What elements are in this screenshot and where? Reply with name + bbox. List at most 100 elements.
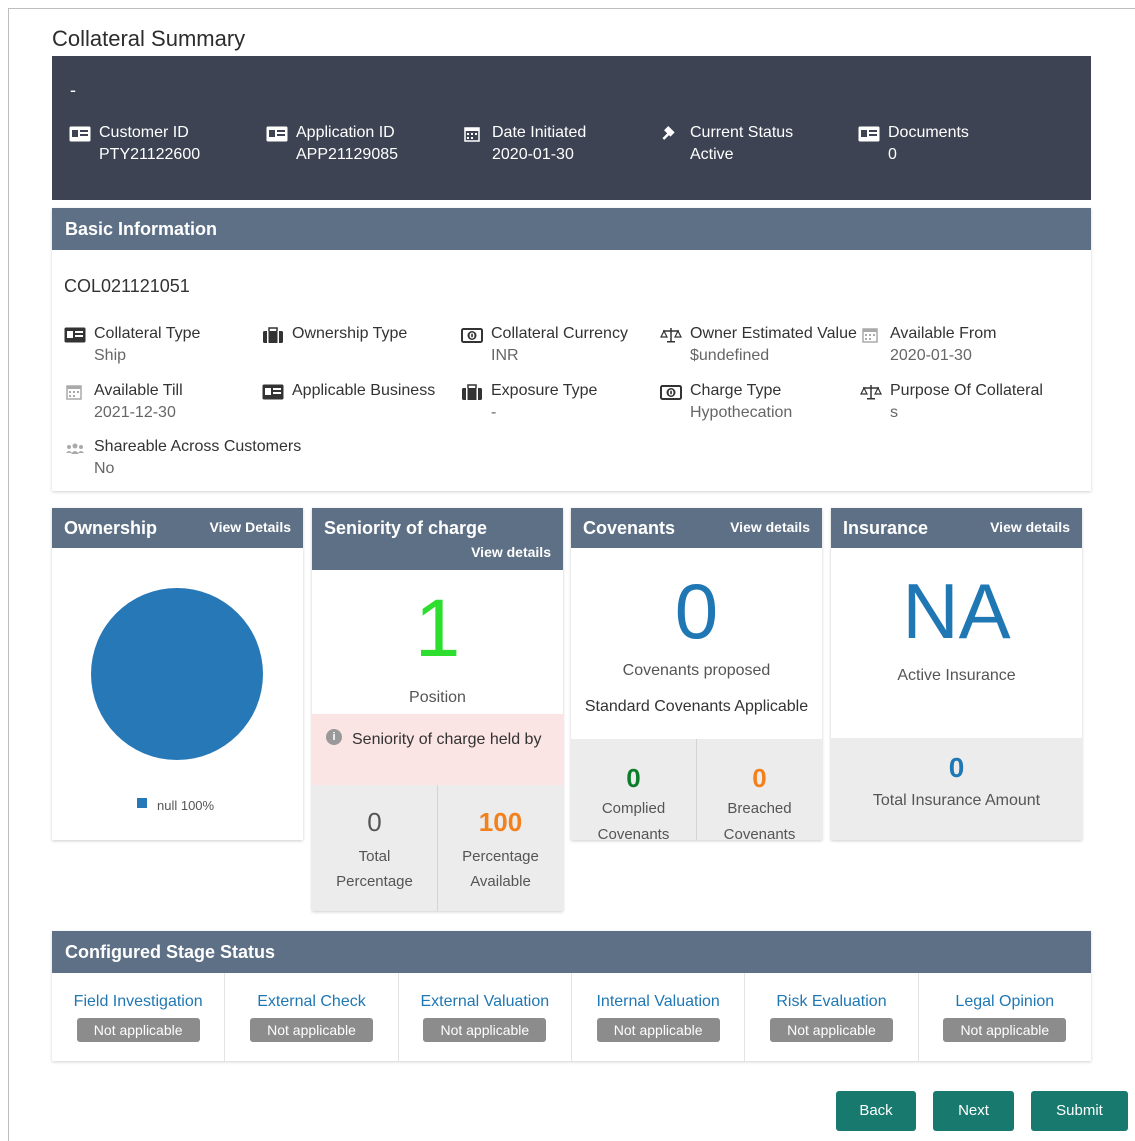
stage-status-title: Configured Stage Status xyxy=(52,931,1091,973)
applicable-business-label: Applicable Business xyxy=(292,382,436,399)
stage-status-badge: Not applicable xyxy=(770,1018,893,1042)
stage-internal-valuation: Internal Valuation Not applicable xyxy=(572,973,746,1061)
charge-type-label: Charge Type xyxy=(690,382,782,399)
complied-covenants-stat: 0 Complied Covenants xyxy=(571,739,697,840)
calendar-icon xyxy=(464,127,480,142)
id-card-icon xyxy=(69,126,91,142)
covenants-stats: 0 Complied Covenants 0 Breached Covenant… xyxy=(571,739,822,840)
exposure-type-value: - xyxy=(491,404,497,421)
standard-covenants-label: Standard Covenants Applicable xyxy=(584,698,809,715)
active-insurance-label: Active Insurance xyxy=(897,667,1016,684)
basic-information-title: Basic Information xyxy=(52,208,1091,250)
breached-covenants-label: Breached Covenants xyxy=(723,800,796,840)
header-dash: - xyxy=(70,80,76,100)
stage-name-link[interactable]: External Valuation xyxy=(399,993,571,1011)
summary-header: - Customer ID PTY21122600 Application ID… xyxy=(52,56,1091,200)
collateral-id: COL021121051 xyxy=(64,276,190,296)
owner-estimated-value-value: $undefined xyxy=(690,347,770,364)
covenants-view-details-link[interactable]: View details xyxy=(730,519,810,535)
ownership-card: Ownership View Details null 100% xyxy=(52,508,303,840)
total-percentage-label: Total Percentage xyxy=(336,848,413,890)
documents-label: Documents xyxy=(888,124,969,141)
scale-icon xyxy=(660,328,682,343)
date-initiated-label: Date Initiated xyxy=(492,124,587,141)
stage-name-link[interactable]: Internal Valuation xyxy=(572,993,744,1011)
customer-id-label: Customer ID xyxy=(99,124,189,141)
configured-stage-status-panel: Configured Stage Status Field Investigat… xyxy=(52,931,1091,1061)
customer-id-value: PTY21122600 xyxy=(99,146,201,163)
stage-legal-opinion: Legal Opinion Not applicable xyxy=(919,973,1091,1061)
briefcase-icon xyxy=(263,327,283,343)
pie-slice xyxy=(91,588,263,760)
id-card-icon xyxy=(64,327,86,343)
stage-status-badge: Not applicable xyxy=(76,1018,200,1042)
stage-field-investigation: Field Investigation Not applicable xyxy=(52,973,226,1061)
scale-icon xyxy=(860,385,882,400)
money-icon: 0 xyxy=(461,328,483,343)
insurance-stats: 0 Total Insurance Amount xyxy=(831,738,1082,840)
seniority-notice-text: Seniority of charge held by xyxy=(352,731,542,748)
seniority-view-details-link[interactable]: View details xyxy=(471,544,551,560)
covenants-card: Covenants View details 0 Covenants propo… xyxy=(571,508,822,840)
complied-covenants-value: 0 xyxy=(626,763,641,793)
money-icon: 0 xyxy=(660,385,682,400)
documents-value: 0 xyxy=(888,146,897,163)
owner-estimated-value-label: Owner Estimated Value xyxy=(690,325,857,342)
seniority-card: Seniority of charge View details 1 Posit… xyxy=(312,508,563,911)
id-card-icon xyxy=(266,126,288,142)
calendar-icon xyxy=(862,328,878,343)
submit-button[interactable]: Submit xyxy=(1031,1091,1128,1131)
stage-list: Field Investigation Not applicable Exter… xyxy=(52,973,1091,1061)
stage-name-link[interactable]: Risk Evaluation xyxy=(745,993,917,1011)
percentage-available-value: 100 xyxy=(478,807,523,837)
available-till-value: 2021-12-30 xyxy=(94,404,176,421)
ownership-type-label: Ownership Type xyxy=(292,325,408,342)
seniority-position-value: 1 xyxy=(414,583,461,674)
available-from-label: Available From xyxy=(890,325,997,342)
legend-swatch xyxy=(137,798,147,808)
available-from-value: 2020-01-30 xyxy=(890,347,972,364)
seniority-stats: 0 Total Percentage 100 Percentage Availa… xyxy=(312,785,563,911)
application-id-label: Application ID xyxy=(296,124,395,141)
insurance-view-details-link[interactable]: View details xyxy=(990,519,1070,535)
ownership-card-header: Ownership View Details xyxy=(52,508,303,548)
seniority-title: Seniority of charge xyxy=(324,518,488,538)
frame-top-border xyxy=(8,8,1135,9)
stage-name-link[interactable]: Legal Opinion xyxy=(919,993,1091,1011)
complied-covenants-label: Complied Covenants xyxy=(597,800,670,840)
next-button[interactable]: Next xyxy=(933,1091,1014,1131)
application-id-value: APP21129085 xyxy=(296,146,399,163)
stage-name-link[interactable]: Field Investigation xyxy=(52,993,224,1011)
percentage-available-label: Percentage Available xyxy=(462,848,539,890)
basic-information-panel: Basic Information COL021121051 Collatera… xyxy=(52,208,1091,491)
current-status-value: Active xyxy=(690,146,734,163)
collateral-currency-label: Collateral Currency xyxy=(491,325,628,342)
breached-covenants-value: 0 xyxy=(752,763,767,793)
stage-status-badge: Not applicable xyxy=(596,1018,720,1042)
collateral-type-label: Collateral Type xyxy=(94,325,201,342)
svg-text:0: 0 xyxy=(668,389,674,398)
seniority-position-label: Position xyxy=(409,689,466,706)
total-percentage-stat: 0 Total Percentage xyxy=(312,785,438,911)
back-button[interactable]: Back xyxy=(836,1091,916,1131)
covenants-title: Covenants xyxy=(583,518,676,538)
exposure-type-label: Exposure Type xyxy=(491,382,598,399)
stage-external-check: External Check Not applicable xyxy=(225,973,399,1061)
stage-status-badge: Not applicable xyxy=(943,1018,1067,1042)
percentage-available-stat: 100 Percentage Available xyxy=(438,785,563,911)
stage-name-link[interactable]: External Check xyxy=(225,993,397,1011)
ownership-view-details-link[interactable]: View Details xyxy=(210,519,291,535)
stage-status-badge: Not applicable xyxy=(423,1018,547,1042)
purpose-of-collateral-value: s xyxy=(890,404,898,421)
ownership-legend-label: null 100% xyxy=(157,798,215,813)
purpose-of-collateral-label: Purpose Of Collateral xyxy=(890,382,1043,399)
collateral-type-value: Ship xyxy=(94,347,127,364)
total-insurance-amount-label: Total Insurance Amount xyxy=(872,792,1041,809)
available-till-label: Available Till xyxy=(94,382,183,399)
covenants-card-header: Covenants View details xyxy=(571,508,822,548)
ownership-title: Ownership xyxy=(64,518,158,538)
seniority-notice: i Seniority of charge held by xyxy=(312,714,563,785)
ownership-pie-chart xyxy=(91,588,263,808)
insurance-card-header: Insurance View details xyxy=(831,508,1082,548)
insurance-title: Insurance xyxy=(843,518,929,538)
